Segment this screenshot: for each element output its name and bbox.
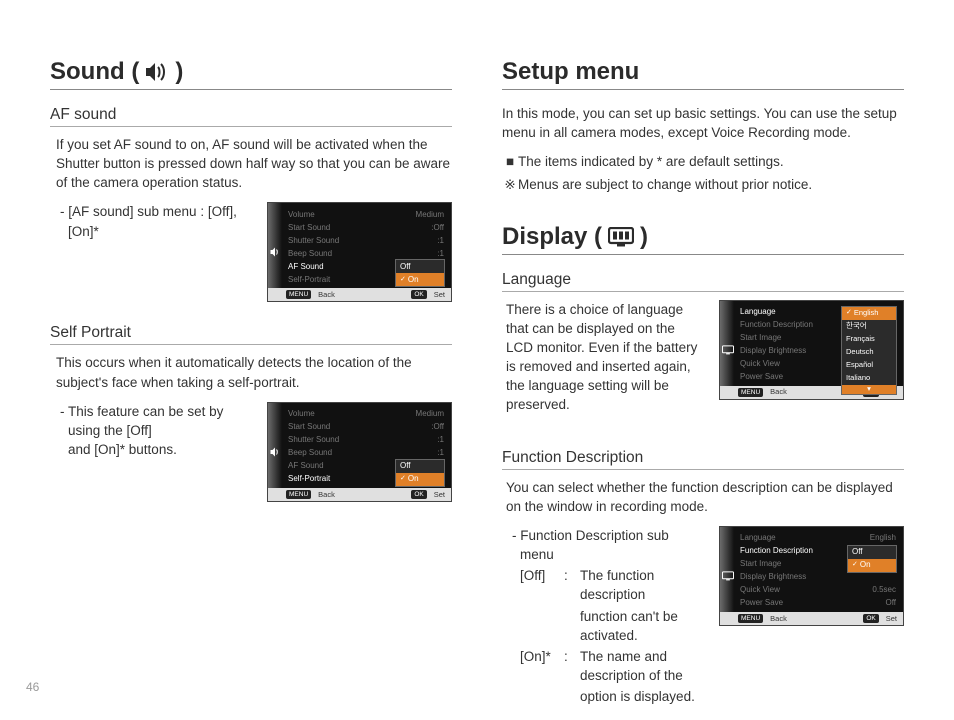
setup-bullet-1-text: The items indicated by * are default set… [518,152,784,171]
func-off-val1: The function description [580,566,705,604]
language-popup: ✓English 한국어 Français Deutsch Español It… [841,306,897,395]
footer-set: Set [434,290,445,299]
self-portrait-heading: Self Portrait [50,324,452,345]
popup-option-on: ✓On [396,473,444,486]
speaker-icon [270,246,282,258]
monitor-icon [722,344,734,356]
menu-row: Start Sound:Off [286,421,446,434]
popup-option: Français [842,333,896,346]
footer-back: Back [770,387,787,396]
func-on-key: [On]* [520,647,558,685]
self-portrait-desc: This occurs when it automatically detect… [56,353,452,391]
monitor-icon [722,570,734,582]
menu-tag: MENU [738,388,763,397]
func-desc-text: You can select whether the function desc… [506,478,904,516]
func-off-val2: function can't be activated. [580,607,705,645]
check-icon: ✓ [400,276,406,285]
setup-desc: In this mode, you can set up basic setti… [502,104,904,142]
menu-row: Start Sound:Off [286,221,446,234]
func-on-row: [On]* : The name and description of the [520,647,705,685]
popup-option-on: ✓On [396,273,444,286]
screen-footer: MENU Back OK Set [720,612,903,625]
af-sound-heading: AF sound [50,106,452,127]
ok-tag: OK [863,614,878,623]
footer-set: Set [886,614,897,623]
ok-tag: OK [411,490,426,499]
popup-option-off: Off [848,546,896,559]
func-popup: Off ✓On [847,545,897,573]
ok-tag: OK [411,290,426,299]
chevron-down-icon: ▾ [842,385,896,394]
popup-option-off: Off [396,260,444,273]
menu-tag: MENU [738,614,763,623]
popup-option: Italiano [842,372,896,385]
screen-footer: MENU Back OK Set [268,288,451,301]
menu-tag: MENU [286,290,311,299]
colon: : [564,566,574,604]
menu-tag: MENU [286,490,311,499]
af-sound-popup: Off ✓On [395,259,445,287]
func-on-row2: option is displayed. [520,687,705,706]
self-portrait-sub2: and [On]* buttons. [68,440,253,459]
popup-option-off: Off [396,460,444,473]
speaker-icon [270,446,282,458]
setup-bullet-2-text: Menus are subject to change without prio… [518,175,812,194]
popup-option: Deutsch [842,346,896,359]
menu-row: Quick View0.5sec [738,584,898,597]
language-desc: There is a choice of language that can b… [506,300,705,415]
menu-row: Power SaveOff [738,597,898,610]
footer-back: Back [318,290,335,299]
check-icon: ✓ [400,475,406,484]
self-portrait-popup: Off ✓On [395,459,445,487]
check-icon: ✓ [852,561,858,570]
af-sound-submenu: - [AF sound] sub menu : [Off], [On]* [68,202,253,240]
screen-footer: MENU Back OK Set [268,488,451,501]
speaker-icon [145,61,169,83]
menu-row: Shutter Sound:1 [286,434,446,447]
display-title: Display ( ) [502,223,904,255]
func-sub0: - Function Description sub menu [520,526,705,564]
reference-marker-icon: ※ [502,175,518,194]
popup-option-on: ✓On [848,559,896,572]
sound-title-prefix: Sound ( [50,58,139,86]
af-sound-desc: If you set AF sound to on, AF sound will… [56,135,452,192]
square-marker-icon: ■ [502,152,518,171]
popup-option: 한국어 [842,320,896,333]
func-off-key: [Off] [520,566,558,604]
func-off-row: [Off] : The function description [520,566,705,604]
menu-row: VolumeMedium [286,408,446,421]
sound-title-suffix: ) [175,58,183,86]
setup-menu-title: Setup menu [502,58,904,90]
sound-title: Sound ( ) [50,58,452,90]
colon: : [564,647,574,685]
menu-row: Shutter Sound:1 [286,234,446,247]
func-screen: LanguageEnglish Function Description Sta… [719,526,904,626]
footer-back: Back [318,490,335,499]
language-heading: Language [502,271,904,292]
self-portrait-sub1: - This feature can be set by using the [… [68,402,253,440]
display-title-prefix: Display ( [502,223,602,251]
monitor-icon [608,227,634,247]
popup-option: Español [842,359,896,372]
setup-bullet-2: ※ Menus are subject to change without pr… [502,175,904,194]
menu-row: VolumeMedium [286,208,446,221]
display-title-suffix: ) [640,223,648,251]
footer-set: Set [434,490,445,499]
func-desc-heading: Function Description [502,449,904,470]
page-number: 46 [26,680,39,694]
footer-back: Back [770,614,787,623]
self-portrait-screen: VolumeMedium Start Sound:Off Shutter Sou… [267,402,452,502]
menu-row: LanguageEnglish [738,532,898,545]
setup-bullet-1: ■ The items indicated by * are default s… [502,152,904,171]
func-on-val1: The name and description of the [580,647,705,685]
language-screen: Language Function Description Start Imag… [719,300,904,400]
func-off-row2: function can't be activated. [520,607,705,645]
func-on-val2: option is displayed. [580,687,705,706]
af-sound-screen: VolumeMedium Start Sound:Off Shutter Sou… [267,202,452,302]
popup-option-selected: ✓English [842,307,896,320]
check-icon: ✓ [846,309,852,318]
